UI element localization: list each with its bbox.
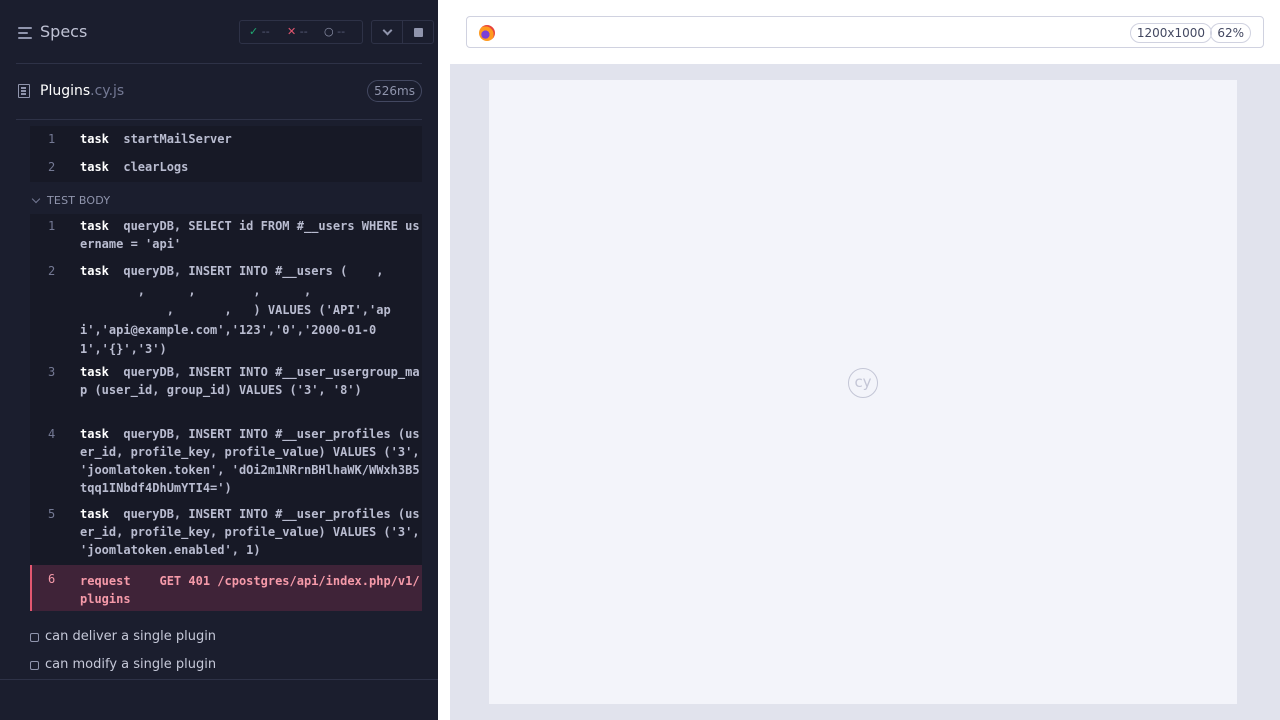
command-name: request (80, 574, 131, 588)
command-number: 1 (48, 132, 56, 146)
auto-scroll-button[interactable] (371, 20, 403, 44)
test-body-label: TEST BODY (47, 194, 111, 207)
command-number: 4 (48, 427, 56, 441)
command-name: task (80, 427, 109, 441)
passed-stat: ✓ -- (249, 25, 270, 38)
test-item[interactable]: can deliver a single plugin (30, 627, 422, 647)
stats-bar: ✓ -- ✕ -- ○ -- (239, 20, 363, 44)
spec-header: Plugins.cy.js 526ms (16, 64, 422, 120)
spec-basename: Plugins (40, 83, 91, 99)
reporter-panel: Specs ✓ -- ✕ -- ○ -- Plugins.cy.js 526ms… (0, 0, 438, 720)
test-body-toggle[interactable]: TEST BODY (30, 191, 230, 211)
command-row[interactable]: 5 task queryDB, INSERT INTO #__user_prof… (30, 505, 422, 561)
failed-command-row[interactable]: 6 request GET 401 /cpostgres/api/index.p… (30, 565, 422, 611)
aut-url-bar: 1200x1000 62% (466, 16, 1264, 48)
test-pending-icon (30, 661, 39, 670)
test-title: can modify a single plugin (45, 657, 217, 672)
viewport-size-badge[interactable]: 1200x1000 (1129, 23, 1212, 43)
test-body-commands: 1 task queryDB, SELECT id FROM #__users … (30, 214, 422, 611)
command-message: queryDB, INSERT INTO #__users ( , , , , … (80, 264, 391, 356)
hook-commands: 1 task startMailServer 2 task clearLogs (30, 126, 422, 182)
zoom-badge[interactable]: 62% (1210, 23, 1251, 43)
chevron-down-icon (382, 25, 393, 36)
pending-count: -- (337, 25, 346, 38)
check-icon: ✓ (249, 25, 259, 38)
spinner-icon: ○ (324, 25, 334, 38)
command-row[interactable]: 2 task queryDB, INSERT INTO #__users ( ,… (30, 262, 422, 357)
passed-count: -- (261, 25, 270, 38)
document-icon (18, 84, 30, 98)
test-pending-icon (30, 633, 39, 642)
command-number: 6 (48, 572, 56, 586)
command-name: task (80, 160, 109, 174)
firefox-icon (479, 25, 495, 41)
spec-extension: .cy.js (90, 83, 125, 99)
command-message: queryDB, INSERT INTO #__user_usergroup_m… (80, 365, 420, 397)
command-name: task (80, 365, 109, 379)
command-name: task (80, 132, 109, 146)
pending-stat: ○ -- (324, 25, 345, 38)
aut-viewport: cy (450, 64, 1280, 720)
command-number: 5 (48, 507, 56, 521)
command-message: clearLogs (123, 160, 189, 174)
specs-list-icon[interactable] (18, 27, 32, 39)
panel-resizer[interactable] (438, 64, 450, 720)
specs-title[interactable]: Specs (40, 22, 87, 41)
command-number: 2 (48, 264, 56, 278)
chevron-down-icon (31, 194, 41, 204)
test-title: can deliver a single plugin (45, 629, 217, 644)
x-icon: ✕ (287, 25, 297, 38)
command-message: startMailServer (123, 132, 232, 146)
command-message: queryDB, INSERT INTO #__user_profiles (u… (80, 507, 427, 557)
command-name: task (80, 507, 109, 521)
command-row[interactable]: 4 task queryDB, INSERT INTO #__user_prof… (30, 425, 422, 499)
command-number: 3 (48, 365, 56, 379)
command-row[interactable]: 2 task clearLogs (30, 158, 422, 180)
failed-stat: ✕ -- (287, 25, 308, 38)
spec-name[interactable]: Plugins.cy.js (40, 83, 124, 99)
aut-iframe[interactable]: cy (489, 80, 1237, 704)
command-name: task (80, 219, 109, 233)
command-row[interactable]: 1 task queryDB, SELECT id FROM #__users … (30, 217, 422, 257)
cypress-logo-icon: cy (848, 368, 878, 398)
command-message: queryDB, SELECT id FROM #__users WHERE u… (80, 219, 420, 251)
command-name: task (80, 264, 109, 278)
command-number: 1 (48, 219, 56, 233)
command-number: 2 (48, 160, 56, 174)
command-row[interactable]: 3 task queryDB, INSERT INTO #__user_user… (30, 363, 422, 419)
reporter-footer-divider (0, 679, 438, 680)
command-message: queryDB, INSERT INTO #__user_profiles (u… (80, 427, 427, 495)
stop-icon (414, 28, 423, 37)
command-row[interactable]: 1 task startMailServer (30, 130, 422, 152)
duration-badge: 526ms (367, 80, 422, 102)
reporter-header: Specs ✓ -- ✕ -- ○ -- (16, 0, 434, 64)
stop-button[interactable] (402, 20, 434, 44)
test-item[interactable]: can modify a single plugin (30, 655, 422, 675)
failed-count: -- (299, 25, 308, 38)
command-message: GET 401 /cpostgres/api/index.php/v1/plug… (80, 574, 420, 606)
